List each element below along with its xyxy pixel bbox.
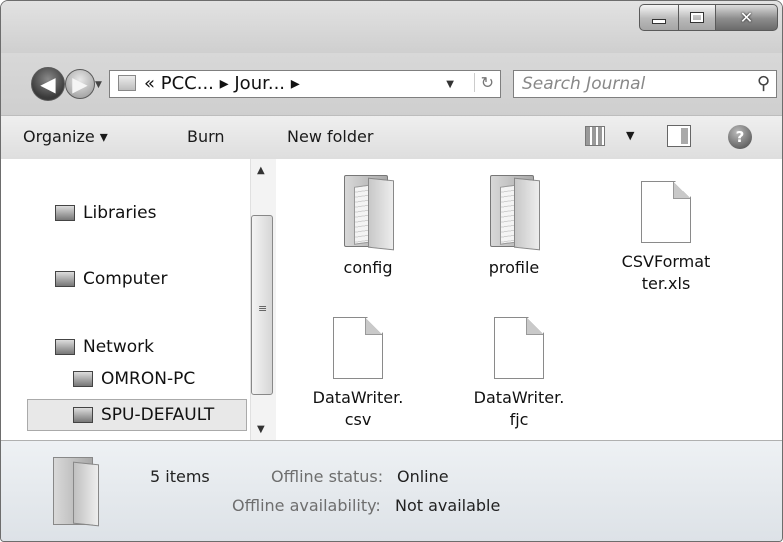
nav-label-computer: Computer [83, 269, 168, 289]
minimize-button[interactable] [639, 4, 678, 31]
caption-buttons: ✕ [639, 4, 778, 31]
nav-item-libraries[interactable]: Libraries [55, 203, 156, 223]
refresh-icon[interactable]: ↻ [473, 73, 494, 92]
views-icon[interactable] [585, 126, 605, 146]
minimize-icon [652, 19, 666, 24]
nav-label-omron-pc: OMRON-PC [101, 369, 196, 389]
folder-icon [486, 175, 542, 251]
burn-button[interactable]: Burn [187, 127, 225, 146]
scroll-down-icon[interactable]: ▼ [257, 424, 265, 435]
nav-item-computer[interactable]: Computer [55, 269, 168, 289]
libraries-icon [55, 205, 75, 221]
offline-status-label: Offline status: [271, 467, 384, 486]
forward-button[interactable]: ▶ [65, 69, 95, 99]
file-name: config [343, 258, 393, 277]
breadcrumb[interactable]: « PCC... ▸ Jour... ▸ [144, 73, 300, 94]
item-count: 5 items [150, 467, 210, 486]
nav-item-omron-pc[interactable]: OMRON-PC [73, 369, 195, 389]
search-input[interactable] [522, 74, 732, 94]
help-icon[interactable]: ? [728, 125, 752, 149]
document-icon [494, 317, 544, 379]
nav-label-network: Network [83, 337, 154, 357]
preview-pane-icon[interactable] [667, 125, 691, 147]
close-button[interactable]: ✕ [715, 4, 778, 31]
document-icon [641, 181, 691, 243]
views-dropdown-icon[interactable]: ▼ [626, 129, 634, 142]
scroll-up-icon[interactable]: ▲ [257, 165, 265, 176]
document-icon [333, 317, 383, 379]
details-pane: 5 items Offline status: Online Offline a… [1, 441, 782, 541]
history-dropdown-button[interactable]: ▼ [95, 80, 102, 90]
offline-availability-label: Offline availability: [232, 496, 381, 515]
offline-status-value: Online [397, 467, 449, 486]
new-folder-button[interactable]: New folder [287, 127, 373, 146]
address-bar[interactable]: « PCC... ▸ Jour... ▸ ▼ ↻ [109, 70, 501, 98]
address-dropdown-icon[interactable]: ▼ [446, 79, 454, 90]
scroll-thumb[interactable]: ≡ [251, 215, 273, 395]
explorer-window: ✕ ◀ ▶ ▼ « PCC... ▸ Jour... ▸ ▼ ↻ ⚲ Organ… [0, 0, 783, 542]
folder-icon [49, 457, 101, 527]
file-item[interactable]: config [313, 175, 423, 279]
nav-scrollbar[interactable]: ▲ ≡ ▼ [250, 159, 276, 440]
file-item[interactable]: DataWriter. fjc [464, 317, 574, 431]
computer-icon [73, 371, 93, 387]
folder-icon [118, 75, 136, 91]
title-bar[interactable]: ✕ [1, 1, 782, 53]
arrow-right-icon: ▶ [72, 72, 88, 96]
network-icon [55, 339, 75, 355]
organize-button[interactable]: Organize ▾ [23, 127, 108, 146]
nav-label-spu-default: SPU-DEFAULT [101, 405, 215, 425]
grip-icon: ≡ [258, 302, 268, 315]
folder-icon [340, 175, 396, 251]
back-button[interactable]: ◀ [31, 67, 65, 101]
file-name: DataWriter. csv [312, 388, 404, 429]
file-name: DataWriter. fjc [473, 388, 565, 429]
address-row: ◀ ▶ ▼ « PCC... ▸ Jour... ▸ ▼ ↻ ⚲ [1, 53, 782, 115]
close-icon: ✕ [739, 8, 754, 27]
file-list: config profile CSVFormat ter.xls DataWri… [277, 159, 782, 440]
maximize-icon [690, 12, 704, 23]
chevron-down-icon: ▼ [95, 80, 102, 90]
command-bar: Organize ▾ Burn New folder ▼ ? [1, 115, 782, 160]
file-item[interactable]: DataWriter. csv [303, 317, 413, 431]
computer-icon [73, 407, 93, 423]
nav-label-libraries: Libraries [83, 203, 157, 223]
file-name: CSVFormat ter.xls [621, 252, 711, 293]
navigation-pane: Libraries Computer Network OMRON-PC SPU-… [1, 159, 277, 440]
nav-item-network[interactable]: Network [55, 337, 154, 357]
file-item[interactable]: profile [459, 175, 569, 279]
file-item[interactable]: CSVFormat ter.xls [611, 181, 721, 295]
search-icon[interactable]: ⚲ [757, 73, 770, 94]
search-box[interactable]: ⚲ [513, 70, 777, 98]
maximize-button[interactable] [678, 4, 715, 31]
file-name: profile [488, 258, 540, 277]
arrow-left-icon: ◀ [40, 72, 56, 96]
offline-availability-value: Not available [395, 496, 501, 515]
computer-icon [55, 271, 75, 287]
nav-item-spu-default[interactable]: SPU-DEFAULT [27, 399, 247, 431]
